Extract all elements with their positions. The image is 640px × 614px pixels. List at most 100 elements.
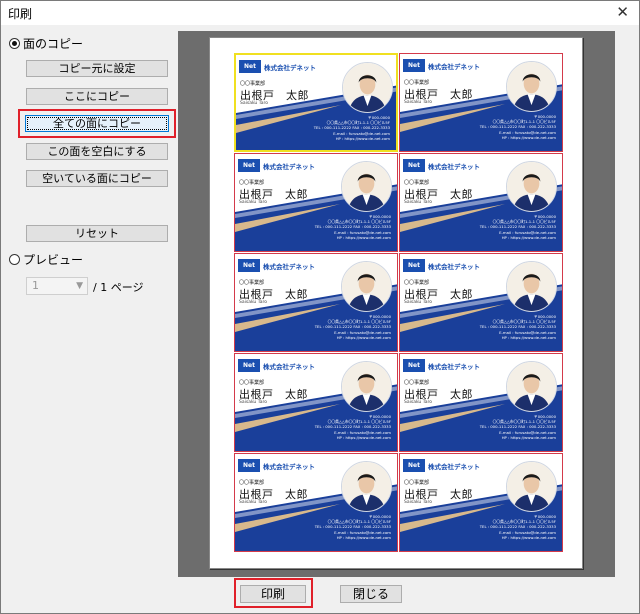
radio-preview-label: プレビュー [23,253,84,267]
page-select[interactable]: 1 ▼ [26,277,88,295]
card-address-block: 〒000-0000 〇〇県△△市〇〇町1-1-1 〇〇ビル5F TEL : 000-… [446,214,556,240]
card-address-block: 〒000-0000 〇〇県△△市〇〇町1-1-1 〇〇ビル5F TEL : 000-… [281,514,391,540]
card-slot[interactable]: Net 株式会社デネット 〇〇事業部 出根戸 太郎 Saisaku Taro 〒000-0… [399,53,563,152]
card-department: 〇〇事業部 [239,480,265,486]
portrait-photo-icon [341,461,392,512]
radio-preview-mode[interactable]: プレビュー [9,251,83,268]
card-roman-name: Saisaku Taro [404,300,432,305]
company-logo-icon: Net [238,159,260,172]
card-slot[interactable]: Net 株式会社デネット 〇〇事業部 出根戸 太郎 Saisaku Taro 〒000-0… [399,253,563,352]
card-department: 〇〇事業部 [404,180,430,186]
person-silhouette-icon [343,63,392,112]
person-silhouette-icon [507,62,556,111]
card-address-block: 〒000-0000 〇〇県△△市〇〇町1-1-1 〇〇ビル5F TEL : 000-… [281,414,391,440]
card-slot[interactable]: Net 株式会社デネット 〇〇事業部 出根戸 太郎 Saisaku Taro 〒000-0… [399,453,563,552]
card-address-line: HP : https://www.de-net.com [501,334,556,340]
person-silhouette-icon [507,262,556,311]
card-department: 〇〇事業部 [239,380,265,386]
card-slot[interactable]: Net 株式会社デネット 〇〇事業部 出根戸 太郎 Saisaku Taro 〒000-0… [234,53,398,152]
copy-to-empty-button[interactable]: 空いている面にコピー [26,170,168,187]
page-select-value: 1 [32,279,39,292]
portrait-photo-icon [341,261,392,312]
company-logo-icon: Net [403,59,425,72]
print-button[interactable]: 印刷 [240,585,306,603]
portrait-photo-icon [506,461,557,512]
card-company: 株式会社デネット [264,64,316,72]
portrait-photo-icon [341,361,392,412]
card-slot[interactable]: Net 株式会社デネット 〇〇事業部 出根戸 太郎 Saisaku Taro 〒000-0… [399,153,563,252]
copy-to-all-button[interactable]: 全ての面にコピー [25,115,169,132]
card-slot[interactable]: Net 株式会社デネット 〇〇事業部 出根戸 太郎 Saisaku Taro 〒000-0… [234,353,398,452]
card-roman-name: Saisaku Taro [404,500,432,505]
preview-area: Net 株式会社デネット 〇〇事業部 出根戸 太郎 Saisaku Taro 〒000-0… [178,31,615,577]
person-silhouette-icon [342,162,391,211]
card-roman-name: Saisaku Taro [404,400,432,405]
company-logo-icon: Net [403,359,425,372]
card-address-line: HP : https://www.de-net.com [336,334,391,340]
card-address-line: HP : https://www.de-net.com [336,534,391,540]
card-address-line: HP : https://www.de-net.com [336,434,391,440]
company-logo-icon: Net [403,159,425,172]
card-company: 株式会社デネット [428,263,480,271]
card-department: 〇〇事業部 [239,180,265,186]
copy-here-button[interactable]: ここにコピー [26,88,168,105]
card-address-line: HP : https://www.de-net.com [501,534,556,540]
card-slot[interactable]: Net 株式会社デネット 〇〇事業部 出根戸 太郎 Saisaku Taro 〒000-0… [234,153,398,252]
card-company: 株式会社デネット [428,363,480,371]
company-logo-icon: Net [238,359,260,372]
card-slot[interactable]: Net 株式会社デネット 〇〇事業部 出根戸 太郎 Saisaku Taro 〒000-0… [399,353,563,452]
portrait-photo-icon [342,62,393,113]
portrait-photo-icon [341,161,392,212]
card-address-line: HP : https://www.de-net.com [336,234,391,240]
card-address-block: 〒000-0000 〇〇県△△市〇〇町1-1-1 〇〇ビル5F TEL : 000-… [446,314,556,340]
card-address-line: HP : https://www.de-net.com [335,135,390,141]
card-roman-name: Saisaku Taro [239,200,267,205]
card-company: 株式会社デネット [263,163,315,171]
print-dialog: 印刷 ✕ 面のコピー コピー元に設定 ここにコピー 全ての面にコピー この面を空… [0,0,640,614]
card-roman-name: Saisaku Taro [404,200,432,205]
card-address-block: 〒000-0000 〇〇県△△市〇〇町1-1-1 〇〇ビル5F TEL : 000-… [281,314,391,340]
card-address-block: 〒000-0000 〇〇県△△市〇〇町1-1-1 〇〇ビル5F TEL : 000-… [280,115,390,141]
company-logo-icon: Net [403,459,425,472]
set-source-button[interactable]: コピー元に設定 [26,60,168,77]
radio-dot-selected-icon [9,38,20,49]
card-address-block: 〒000-0000 〇〇県△△市〇〇町1-1-1 〇〇ビル5F TEL : 000-… [446,414,556,440]
card-company: 株式会社デネット [263,463,315,471]
portrait-photo-icon [506,261,557,312]
card-department: 〇〇事業部 [404,280,430,286]
card-company: 株式会社デネット [428,163,480,171]
card-company: 株式会社デネット [428,63,480,71]
company-logo-icon: Net [238,259,260,272]
card-roman-name: Saisaku Taro [240,101,268,106]
radio-dot-empty-icon [9,254,20,265]
radio-copy-mode[interactable]: 面のコピー [9,35,83,52]
card-slot[interactable]: Net 株式会社デネット 〇〇事業部 出根戸 太郎 Saisaku Taro 〒000-0… [234,453,398,552]
company-logo-icon: Net [238,459,260,472]
radio-copy-label: 面のコピー [23,37,84,51]
reset-button[interactable]: リセット [26,225,168,242]
person-silhouette-icon [342,362,391,411]
chevron-down-icon: ▼ [76,281,83,291]
window-title: 印刷 [8,7,33,21]
card-slot[interactable]: Net 株式会社デネット 〇〇事業部 出根戸 太郎 Saisaku Taro 〒000-0… [234,253,398,352]
portrait-photo-icon [506,361,557,412]
card-company: 株式会社デネット [263,263,315,271]
card-address-block: 〒000-0000 〇〇県△△市〇〇町1-1-1 〇〇ビル5F TEL : 000-… [446,514,556,540]
card-company: 株式会社デネット [263,363,315,371]
card-address-line: HP : https://www.de-net.com [501,134,556,140]
card-roman-name: Saisaku Taro [239,500,267,505]
person-silhouette-icon [342,262,391,311]
close-button[interactable]: 閉じる [340,585,402,603]
close-icon[interactable]: ✕ [616,3,629,21]
card-company: 株式会社デネット [428,463,480,471]
card-roman-name: Saisaku Taro [239,300,267,305]
portrait-photo-icon [506,161,557,212]
card-department: 〇〇事業部 [240,81,266,87]
portrait-photo-icon [506,61,557,112]
company-logo-icon: Net [239,60,261,73]
make-blank-button[interactable]: この面を空白にする [26,143,168,160]
card-address-line: HP : https://www.de-net.com [501,234,556,240]
person-silhouette-icon [507,162,556,211]
title-bar: 印刷 ✕ [1,1,639,25]
card-roman-name: Saisaku Taro [239,400,267,405]
